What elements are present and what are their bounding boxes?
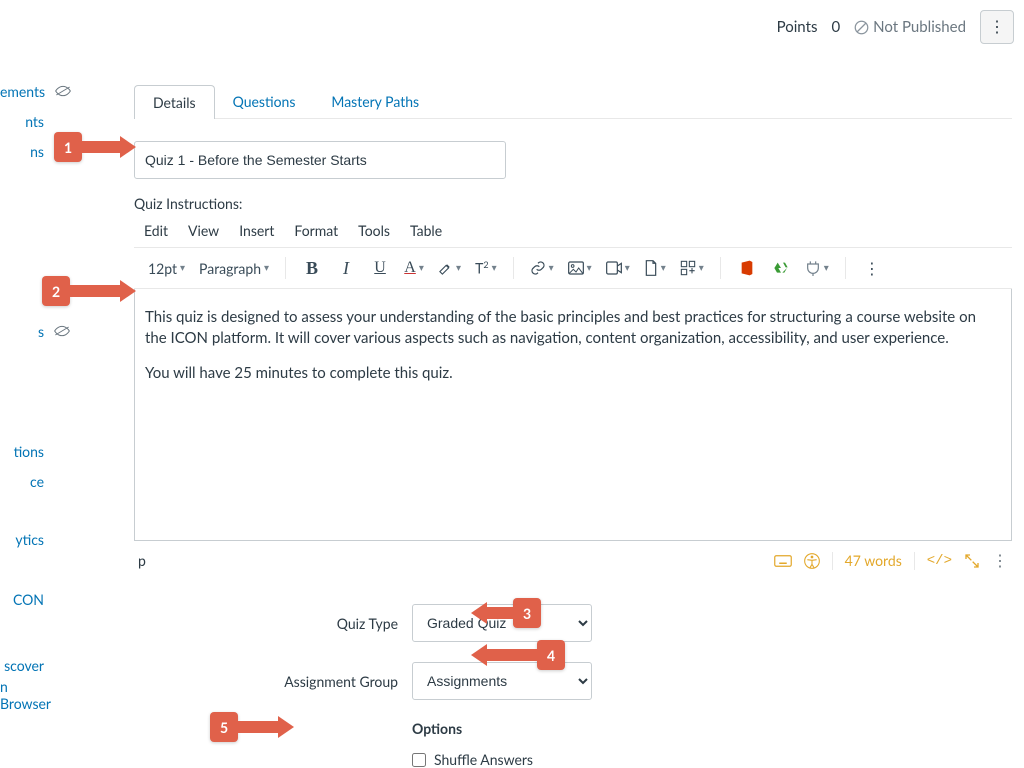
assignment-group-label: Assignment Group	[134, 673, 412, 690]
media-icon	[606, 261, 622, 275]
shuffle-answers-label: Shuffle Answers	[434, 751, 533, 768]
tab-mastery-paths[interactable]: Mastery Paths	[313, 85, 437, 119]
nav-link[interactable]: ytics	[15, 531, 44, 548]
rce-editor-body[interactable]: This quiz is designed to assess your und…	[134, 289, 1012, 541]
tab-questions[interactable]: Questions	[215, 85, 314, 119]
quiz-tabs: Details Questions Mastery Paths	[134, 84, 1012, 119]
text-color-icon: A	[404, 259, 416, 277]
options-heading: Options	[412, 720, 533, 737]
course-nav: ements nts ns s tions ce ytics CON scove…	[0, 0, 84, 749]
points-value: 0	[831, 18, 840, 36]
no-icon	[854, 20, 869, 35]
image-button[interactable]: ▾	[564, 254, 596, 282]
rce-menu-tools[interactable]: Tools	[358, 222, 390, 239]
image-icon	[568, 261, 584, 275]
nav-link[interactable]: nts	[25, 113, 44, 130]
quiz-settings: Quiz Type Graded Quiz Assignment Group A…	[134, 604, 1012, 768]
rce-menu-bar: Edit View Insert Format Tools Table	[134, 212, 1012, 247]
nav-link[interactable]: ce	[30, 473, 44, 490]
callout-5: 5	[210, 712, 294, 742]
rce-element-path[interactable]: p	[138, 552, 774, 569]
nav-item[interactable]: s	[0, 316, 84, 346]
status-bar-more[interactable]	[992, 551, 1008, 570]
quiz-editor-main: Details Questions Mastery Paths Quiz Ins…	[134, 84, 1012, 768]
quiz-type-label: Quiz Type	[134, 615, 412, 632]
plugin-icon	[805, 260, 821, 276]
instructions-label: Quiz Instructions:	[134, 195, 1012, 212]
external-tool-office[interactable]	[733, 254, 761, 282]
nav-item[interactable]: ements	[0, 76, 84, 106]
points-label: Points	[777, 18, 818, 36]
rce-menu-format[interactable]: Format	[294, 222, 338, 239]
toolbar-more-button[interactable]	[858, 254, 886, 282]
rce-menu-table[interactable]: Table	[410, 222, 442, 239]
nav-link[interactable]: n Browser	[0, 678, 51, 712]
bold-button[interactable]: B	[298, 254, 326, 282]
vertical-dots-icon	[864, 259, 880, 278]
text-color-button[interactable]: A▾	[400, 254, 428, 282]
superscript-icon: T2	[475, 259, 489, 277]
callout-4: 4	[471, 640, 565, 670]
not-published-status: Not Published	[854, 18, 966, 36]
link-button[interactable]: ▾	[526, 254, 558, 282]
tab-details[interactable]: Details	[134, 85, 215, 119]
word-count[interactable]: 47 words	[845, 552, 902, 569]
block-format-select[interactable]: Paragraph▾	[195, 254, 273, 282]
highlight-icon	[438, 261, 453, 276]
quiz-header-right: Points 0 Not Published	[777, 10, 1014, 44]
callout-2: 2	[42, 276, 136, 306]
nav-item[interactable]: scover	[0, 650, 84, 680]
keyboard-icon[interactable]	[774, 554, 792, 568]
callout-3: 3	[471, 598, 541, 628]
highlight-button[interactable]: ▾	[434, 254, 465, 282]
document-button[interactable]: ▾	[640, 254, 670, 282]
recycle-icon	[773, 260, 789, 276]
editor-paragraph: This quiz is designed to assess your und…	[145, 307, 997, 349]
rce-menu-edit[interactable]: Edit	[144, 222, 168, 239]
nav-link[interactable]: tions	[14, 443, 44, 460]
rce-menu-insert[interactable]: Insert	[239, 222, 274, 239]
callout-1: 1	[54, 132, 136, 162]
font-size-select[interactable]: 12pt▾	[144, 254, 189, 282]
document-icon	[644, 260, 658, 276]
nav-item[interactable]: tions	[0, 436, 84, 466]
shuffle-answers-checkbox[interactable]	[412, 753, 426, 767]
apps-icon	[680, 260, 696, 276]
nav-item[interactable]: ce	[0, 466, 84, 496]
accessibility-icon[interactable]	[804, 553, 820, 569]
rce-toolbar: 12pt▾ Paragraph▾ B I U A▾ ▾ T2▾ ▾ ▾ ▾ ▾	[134, 247, 1012, 289]
html-view-toggle[interactable]: </>	[927, 553, 952, 569]
nav-link[interactable]: CON	[13, 591, 44, 608]
shuffle-answers-option[interactable]: Shuffle Answers	[412, 751, 533, 768]
external-tool-more[interactable]: ▾	[801, 254, 833, 282]
italic-button[interactable]: I	[332, 254, 360, 282]
nav-item[interactable]: ytics	[0, 524, 84, 554]
more-options-button[interactable]	[980, 10, 1014, 44]
apps-button[interactable]: ▾	[676, 254, 708, 282]
underline-button[interactable]: U	[366, 254, 394, 282]
hidden-icon	[53, 85, 72, 97]
nav-link[interactable]: ements	[0, 83, 45, 100]
fullscreen-button[interactable]	[964, 553, 980, 569]
office-icon	[739, 260, 755, 276]
underline-icon: U	[374, 259, 386, 277]
superscript-button[interactable]: T2▾	[471, 254, 501, 282]
italic-icon: I	[343, 258, 349, 279]
nav-link[interactable]: s	[38, 323, 44, 340]
external-tool-panopto[interactable]	[767, 254, 795, 282]
hidden-icon	[52, 325, 72, 337]
nav-link[interactable]: scover	[4, 657, 44, 674]
rce-menu-view[interactable]: View	[188, 222, 219, 239]
link-icon	[530, 260, 546, 276]
nav-item[interactable]: CON	[0, 584, 84, 614]
editor-paragraph: You will have 25 minutes to complete thi…	[145, 363, 997, 384]
bold-icon: B	[306, 258, 318, 279]
rce-status-bar: p 47 words </>	[134, 541, 1012, 570]
quiz-title-input[interactable]	[134, 141, 506, 179]
media-button[interactable]: ▾	[602, 254, 634, 282]
nav-item[interactable]: n Browser	[0, 680, 84, 710]
vertical-dots-icon	[989, 17, 1005, 37]
nav-link[interactable]: ns	[30, 143, 44, 160]
